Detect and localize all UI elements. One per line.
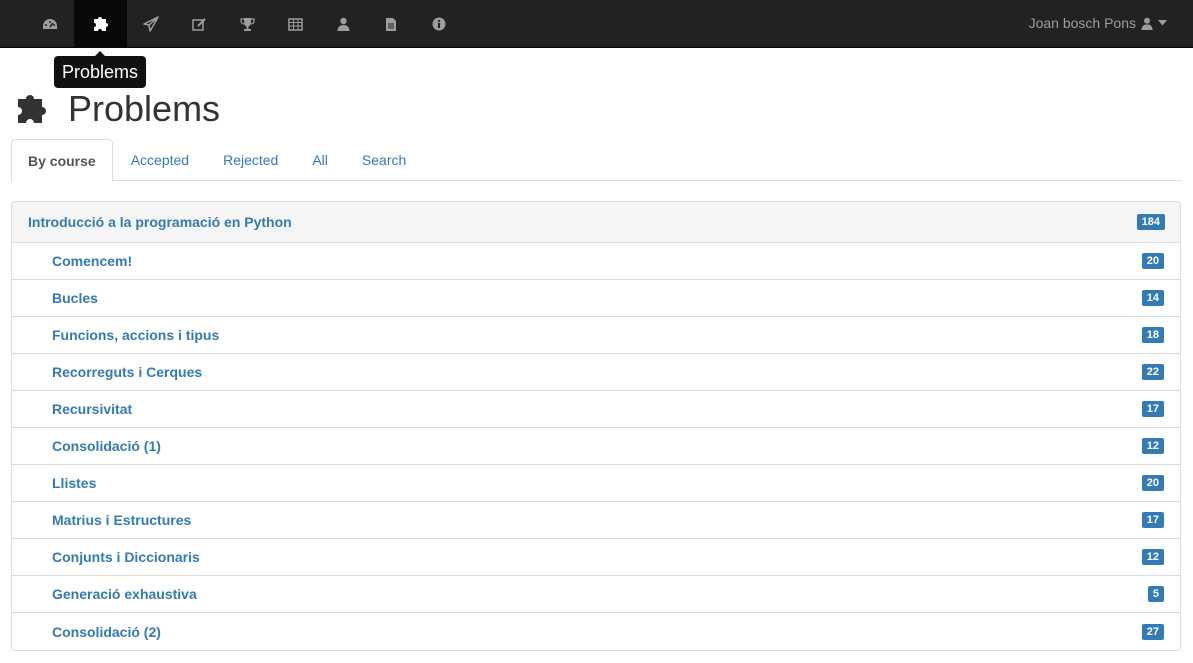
list-item[interactable]: Consolidació (1) 12: [12, 428, 1180, 465]
page-title: Problems: [68, 88, 221, 129]
info-icon: [432, 17, 446, 31]
nav-problems[interactable]: [74, 0, 127, 48]
list-item-label[interactable]: Recorreguts i Cerques: [52, 364, 202, 380]
nav-documentation[interactable]: [367, 0, 415, 48]
document-icon: [386, 17, 396, 31]
list-item[interactable]: Comencem! 20: [12, 243, 1180, 280]
count-badge: 12: [1141, 438, 1164, 454]
paper-plane-icon: [143, 16, 159, 32]
nav-profile[interactable]: [319, 0, 367, 48]
nav-submissions[interactable]: [127, 0, 175, 48]
list-item-label[interactable]: Funcions, accions i tipus: [52, 327, 219, 343]
list-item[interactable]: Consolidació (2) 27: [12, 613, 1180, 650]
list-item-label[interactable]: Comencem!: [52, 253, 132, 269]
problem-tabs: By course Accepted Rejected All Search: [11, 139, 1182, 182]
count-badge: 27: [1141, 623, 1164, 640]
count-badge: 20: [1141, 475, 1164, 491]
course-title[interactable]: Introducció a la programació en Python: [28, 214, 292, 230]
nav-icon-bar: [26, 0, 463, 48]
nav-courses[interactable]: [271, 0, 319, 48]
dashboard-icon: [43, 19, 57, 29]
puzzle-icon: [93, 17, 108, 31]
list-item[interactable]: Bucles 14: [12, 280, 1180, 317]
nav-competitions[interactable]: [223, 0, 271, 48]
trophy-icon: [239, 17, 255, 31]
list-item-label[interactable]: Matrius i Estructures: [52, 512, 191, 528]
list-item-label[interactable]: Recursivitat: [52, 401, 132, 417]
list-item[interactable]: Funcions, accions i tipus 18: [12, 317, 1180, 354]
nav-edit[interactable]: [175, 0, 223, 48]
puzzle-icon: [18, 95, 46, 123]
course-header[interactable]: Introducció a la programació en Python 1…: [12, 202, 1180, 243]
list-item-label[interactable]: Llistes: [52, 475, 96, 491]
tab-all[interactable]: All: [296, 139, 344, 181]
count-badge: 184: [1136, 214, 1165, 230]
count-badge: 17: [1141, 512, 1164, 528]
user-name: Joan bosch Pons: [1028, 15, 1136, 31]
count-badge: 12: [1141, 549, 1164, 565]
user-menu[interactable]: Joan bosch Pons: [1029, 0, 1167, 46]
tab-accepted[interactable]: Accepted: [115, 139, 205, 181]
list-item-label[interactable]: Consolidació (1): [52, 438, 161, 454]
course-list: Introducció a la programació en Python 1…: [11, 201, 1181, 651]
list-item[interactable]: Matrius i Estructures 17: [12, 502, 1180, 539]
list-item[interactable]: Recursivitat 17: [12, 391, 1180, 428]
list-item[interactable]: Generació exhaustiva 5: [12, 576, 1180, 613]
user-icon: [337, 17, 349, 31]
tab-rejected[interactable]: Rejected: [207, 139, 294, 181]
nav-tooltip: Problems: [54, 56, 146, 88]
list-item-label[interactable]: Bucles: [52, 290, 98, 306]
count-badge: 5: [1147, 586, 1164, 602]
table-icon: [287, 17, 303, 31]
count-badge: 14: [1141, 290, 1164, 306]
nav-about[interactable]: [415, 0, 463, 48]
list-item[interactable]: Conjunts i Diccionaris 12: [12, 539, 1180, 576]
tab-by-course[interactable]: By course: [11, 139, 113, 182]
count-badge: 22: [1141, 364, 1164, 380]
list-item[interactable]: Llistes 20: [12, 465, 1180, 502]
caret-down-icon: [1158, 20, 1167, 26]
list-item-label[interactable]: Conjunts i Diccionaris: [52, 549, 200, 565]
list-item-label[interactable]: Generació exhaustiva: [52, 586, 197, 602]
page-header: Problems: [16, 86, 220, 132]
count-badge: 17: [1141, 401, 1164, 417]
count-badge: 20: [1141, 253, 1164, 269]
list-item[interactable]: Recorreguts i Cerques 22: [12, 354, 1180, 391]
top-navbar: Joan bosch Pons: [0, 0, 1193, 48]
list-item-label[interactable]: Consolidació (2): [52, 624, 161, 640]
edit-icon: [191, 17, 206, 31]
user-icon: [1141, 17, 1153, 30]
count-badge: 18: [1141, 327, 1164, 343]
tab-search[interactable]: Search: [346, 139, 422, 181]
nav-dashboard[interactable]: [26, 0, 74, 48]
